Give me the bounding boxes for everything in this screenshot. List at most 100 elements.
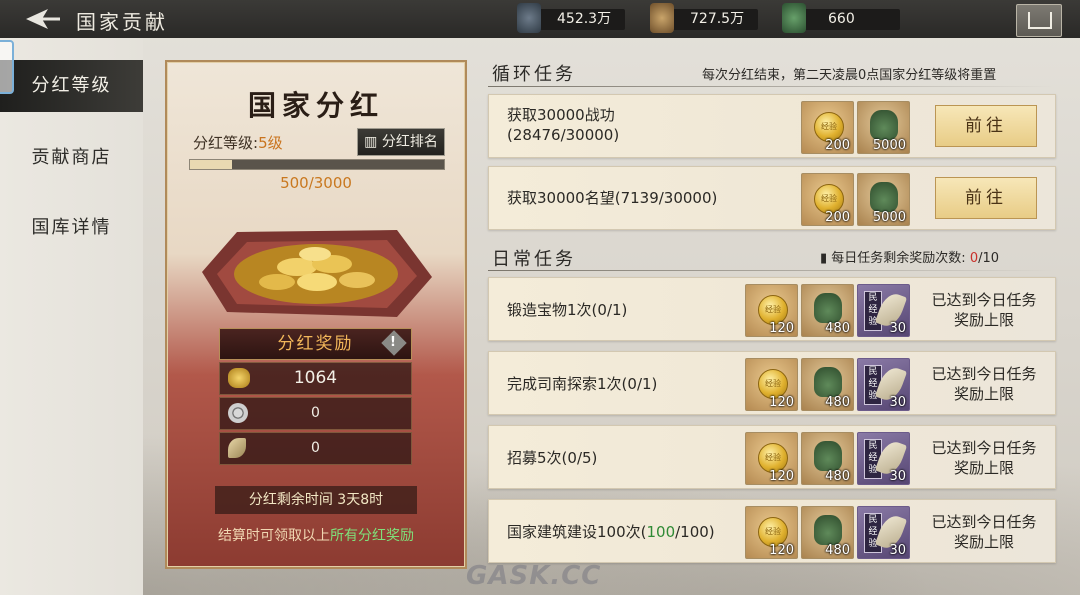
count-current: 0 bbox=[969, 251, 979, 266]
jade-pot-icon bbox=[814, 293, 842, 323]
task-name: 获取30000名望(7139/30000) bbox=[507, 189, 718, 207]
national-bonus-panel: 国家分红 分红等级:5级 ▥ 分红排名 500/3000 分红奖励 ! 1064… bbox=[165, 60, 467, 569]
gold-ingot-pile-image bbox=[202, 230, 432, 317]
resource-grain-sack: 727.5万 bbox=[650, 3, 758, 33]
coin-text: 经验 bbox=[765, 379, 781, 388]
bonus-progress-fill bbox=[190, 160, 233, 169]
task-name: 国家建筑建设100次(100/100) bbox=[507, 521, 715, 542]
sidebar-item-bonus-level[interactable]: 分红等级 bbox=[0, 60, 143, 112]
reward-jade-pot[interactable]: 480 bbox=[801, 506, 854, 559]
jade-pot-icon bbox=[814, 441, 842, 471]
mail-icon bbox=[1028, 12, 1052, 29]
bonus-time-remaining: 分红剩余时间 3天8时 bbox=[215, 486, 417, 514]
daily-tasks-title: 日常任务 bbox=[492, 249, 576, 270]
reward-amount: 480 bbox=[825, 395, 850, 410]
sidebar-item-contribution-shop[interactable]: 贡献商店 bbox=[0, 132, 143, 184]
reward-jade-pot[interactable]: 5000 bbox=[857, 101, 910, 154]
bonus-ranking-button[interactable]: ▥ 分红排名 bbox=[357, 128, 445, 156]
panel-title: 国家分红 bbox=[247, 89, 384, 122]
reward-amount: 120 bbox=[769, 321, 794, 336]
reward-jade-pot[interactable]: 480 bbox=[801, 358, 854, 411]
daily-reward-count: ▮ 每日任务剩余奖励次数: 0/10 bbox=[820, 247, 999, 266]
top-bar: 国家贡献 452.3万 727.5万 660 bbox=[0, 0, 1080, 38]
watermark: GASK.CC bbox=[466, 561, 602, 591]
task-progress: (28476/30000) bbox=[507, 126, 620, 144]
bonus-level: 分红等级:5级 bbox=[193, 132, 283, 153]
reward-gold-coin[interactable]: 经验 120 bbox=[745, 432, 798, 485]
reward-amount: 200 bbox=[825, 210, 850, 225]
bonus-progress-bar bbox=[189, 159, 445, 170]
reward-row-gold: 1064 bbox=[219, 362, 412, 395]
cycle-task-row: 获取30000名望(7139/30000) 经验 200 5000 前往 bbox=[488, 166, 1056, 230]
reward-amount: 5000 bbox=[872, 138, 906, 153]
back-arrow-icon[interactable] bbox=[18, 5, 62, 33]
task-progress-done: 100 bbox=[646, 523, 676, 541]
reward-amount: 480 bbox=[825, 543, 850, 558]
section-divider bbox=[488, 86, 1054, 87]
page-title: 国家贡献 bbox=[76, 10, 168, 34]
coin-text: 经验 bbox=[821, 122, 837, 131]
reward-amount: 120 bbox=[769, 395, 794, 410]
grain-sack-icon bbox=[650, 3, 674, 33]
reward-jade-pot[interactable]: 480 bbox=[801, 432, 854, 485]
reward-civil-exp-scroll[interactable]: 民经验 30 bbox=[857, 284, 910, 337]
reward-row-copper: 0 bbox=[219, 397, 412, 430]
cycle-task-row: 获取30000战功 (28476/30000) 经验 200 5000 前往 bbox=[488, 94, 1056, 158]
daily-task-row: 国家建筑建设100次(100/100) 经验 120 480 民经验 30 已达… bbox=[488, 499, 1056, 563]
resource-jade-pot: 660 bbox=[782, 3, 900, 33]
reward-civil-exp-scroll[interactable]: 民经验 30 bbox=[857, 432, 910, 485]
reward-civil-exp-scroll[interactable]: 民经验 30 bbox=[857, 506, 910, 559]
reward-jade-pot[interactable]: 480 bbox=[801, 284, 854, 337]
jade-pot-icon bbox=[870, 110, 898, 140]
book-icon: ▮ bbox=[820, 251, 832, 266]
rewards-header: 分红奖励 ! bbox=[219, 328, 412, 360]
reward-amount: 480 bbox=[825, 469, 850, 484]
note-highlight: 所有分红奖励 bbox=[330, 528, 414, 544]
reward-amount: 120 bbox=[769, 543, 794, 558]
info-warning-icon[interactable]: ! bbox=[381, 330, 407, 356]
reward-gold-coin[interactable]: 经验 200 bbox=[801, 101, 854, 154]
reward-amount: 30 bbox=[889, 395, 906, 410]
task-name: 完成司南探索1次(0/1) bbox=[507, 375, 658, 393]
reward-jade-pot[interactable]: 5000 bbox=[857, 173, 910, 226]
reward-gold-coin[interactable]: 经验 120 bbox=[745, 358, 798, 411]
floating-widget-icon[interactable] bbox=[0, 40, 14, 94]
task-limit-reached: 已达到今日任务 奖励上限 bbox=[921, 364, 1047, 404]
task-name-line: 获取30000战功 bbox=[507, 106, 615, 124]
wheat-icon bbox=[228, 438, 246, 458]
cycle-tasks-note: 每次分红结束，第二天凌晨0点国家分红等级将重置 bbox=[702, 68, 997, 83]
go-button[interactable]: 前往 bbox=[935, 177, 1037, 219]
task-limit-reached: 已达到今日任务 奖励上限 bbox=[921, 290, 1047, 330]
reward-value: 0 bbox=[311, 440, 320, 456]
reward-gold-coin[interactable]: 经验 200 bbox=[801, 173, 854, 226]
limit-line: 奖励上限 bbox=[953, 311, 1014, 329]
go-button[interactable]: 前往 bbox=[935, 105, 1037, 147]
reward-amount: 120 bbox=[769, 469, 794, 484]
coin-text: 经验 bbox=[821, 194, 837, 203]
coin-text: 经验 bbox=[765, 453, 781, 462]
reward-amount: 200 bbox=[825, 138, 850, 153]
reward-gold-coin[interactable]: 经验 120 bbox=[745, 284, 798, 337]
limit-line: 奖励上限 bbox=[953, 459, 1014, 477]
bonus-level-label: 分红等级: bbox=[193, 134, 259, 152]
reward-row-wheat: 0 bbox=[219, 432, 412, 465]
section-divider bbox=[488, 270, 1054, 271]
jade-pot-icon bbox=[814, 367, 842, 397]
reward-amount: 5000 bbox=[872, 210, 906, 225]
reward-amount: 30 bbox=[889, 469, 906, 484]
limit-line: 已达到今日任务 bbox=[931, 365, 1037, 383]
mail-button[interactable] bbox=[1016, 4, 1062, 37]
sidebar-item-treasury-details[interactable]: 国库详情 bbox=[0, 202, 143, 254]
limit-line: 已达到今日任务 bbox=[931, 513, 1037, 531]
resource-value: 660 bbox=[828, 11, 855, 27]
task-name: 获取30000战功 (28476/30000) bbox=[507, 105, 619, 145]
reward-gold-coin[interactable]: 经验 120 bbox=[745, 506, 798, 559]
reward-civil-exp-scroll[interactable]: 民经验 30 bbox=[857, 358, 910, 411]
bonus-progress-text: 500/3000 bbox=[280, 174, 352, 192]
coin-text: 经验 bbox=[765, 305, 781, 314]
bonus-rewards-box: 分红奖励 ! 1064 0 0 bbox=[219, 328, 412, 465]
resource-value: 452.3万 bbox=[557, 11, 612, 27]
resource-coin-sack: 452.3万 bbox=[517, 3, 625, 33]
bonus-settlement-note: 结算时可领取以上所有分红奖励 bbox=[167, 525, 465, 545]
limit-line: 奖励上限 bbox=[953, 385, 1014, 403]
